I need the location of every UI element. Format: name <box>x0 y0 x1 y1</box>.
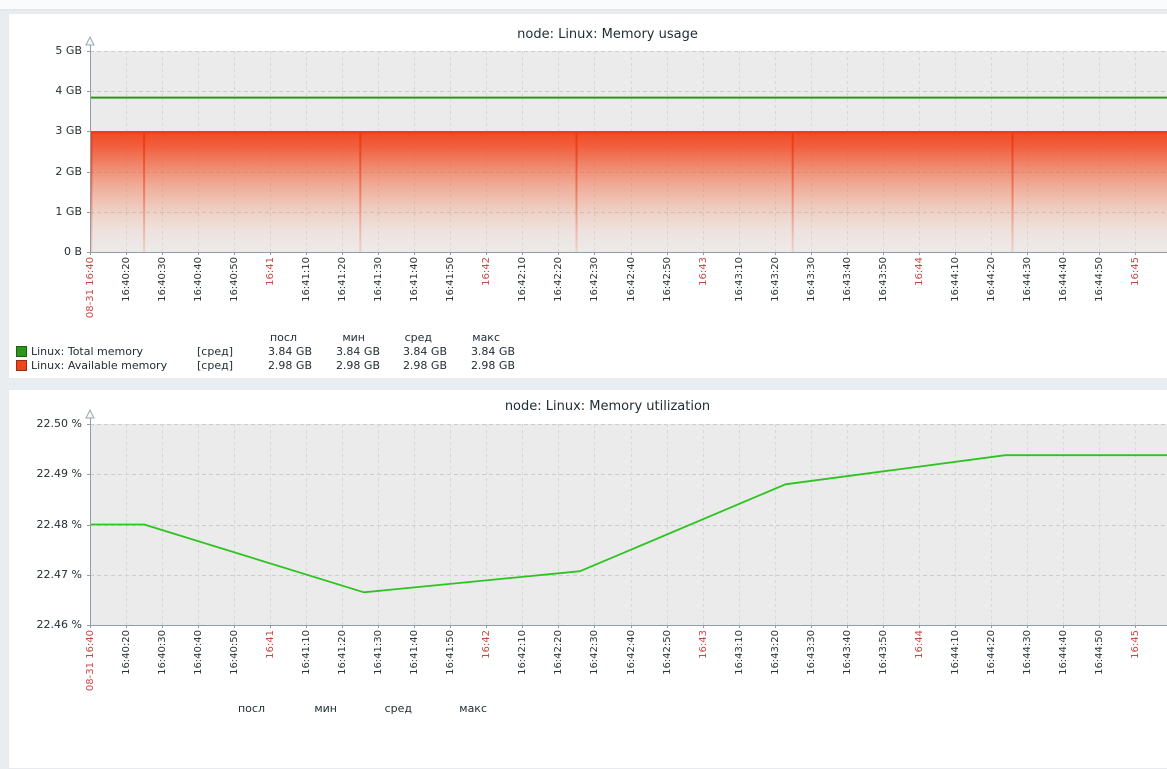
charts-layer[interactable] <box>0 0 1167 711</box>
y-axis-arrow-icon <box>86 410 94 418</box>
charts-canvas[interactable] <box>0 0 1167 711</box>
y-axis-arrow-icon <box>86 37 94 45</box>
